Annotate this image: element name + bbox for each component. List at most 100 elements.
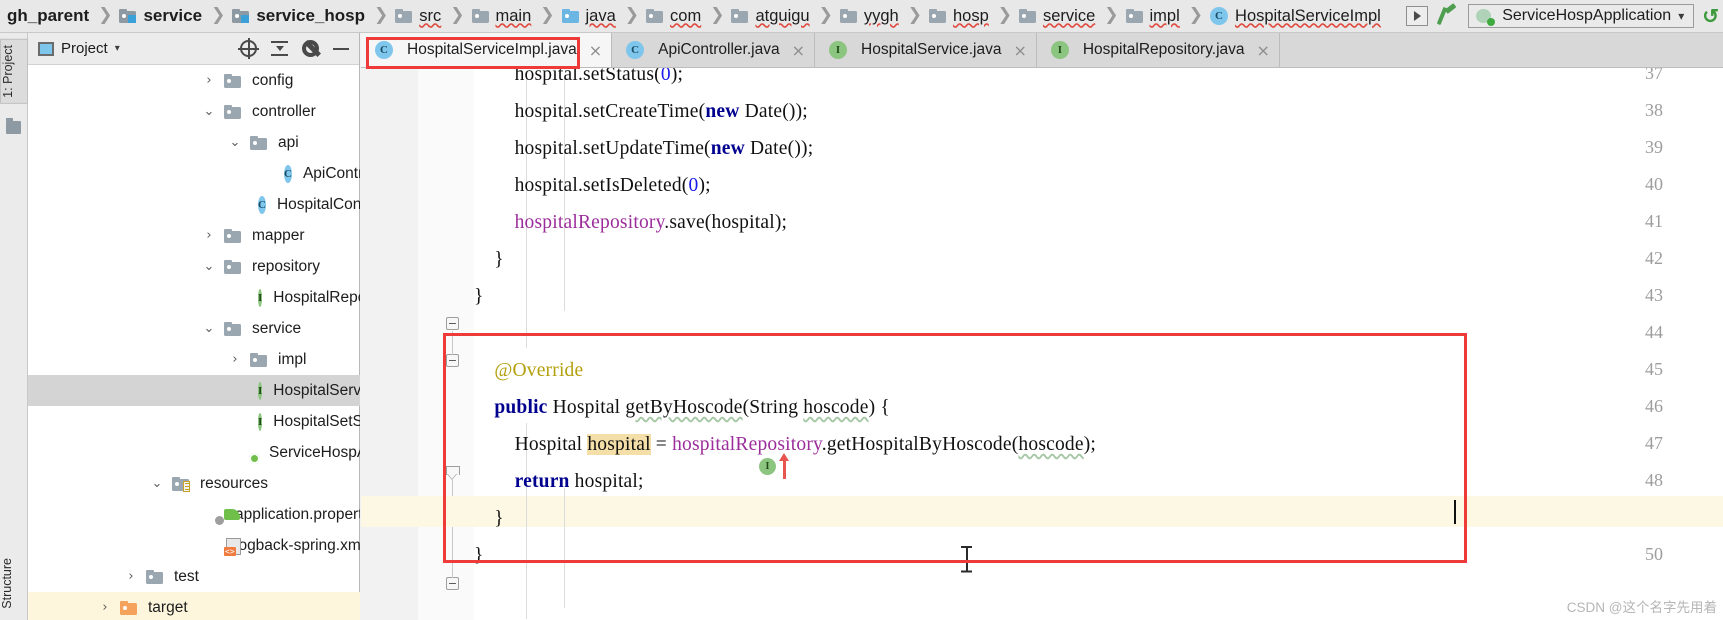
folder-icon — [224, 73, 241, 88]
breadcrumb-item-label: hosp — [952, 6, 989, 25]
breadcrumb-item-hosp[interactable]: hosp — [926, 0, 994, 33]
fold-marker[interactable]: − — [446, 317, 459, 330]
tree-row[interactable]: ›ServiceHospApplication — [28, 437, 360, 468]
chevron-down-icon[interactable]: ⌄ — [202, 104, 216, 119]
code-line[interactable]: @Override — [474, 360, 583, 382]
implements-badge-icon[interactable]: I — [759, 458, 776, 475]
code-editor[interactable]: 3738394041424344454647484950 − − − I hos… — [361, 68, 1723, 620]
tab-hospitalserviceimpl[interactable]: C HospitalServiceImpl.java × — [361, 33, 613, 67]
tree-row[interactable]: ›logback-spring.xml — [28, 530, 360, 561]
sidebar-item-project[interactable]: 1: Project — [0, 39, 28, 104]
tree-row[interactable]: ⌄ resources — [28, 468, 360, 499]
breadcrumb-item-src[interactable]: src — [392, 0, 446, 33]
folder-icon — [1125, 9, 1143, 23]
code-line[interactable]: Hospital hospital = hospitalRepository.g… — [474, 434, 1096, 456]
tree-row[interactable]: ›CApiController — [28, 158, 360, 189]
tree-row[interactable]: ›CHospitalController — [28, 189, 360, 220]
hide-icon[interactable] — [333, 47, 349, 50]
tree-row[interactable]: ⌄ repository — [28, 251, 360, 282]
interface-icon: I — [258, 288, 263, 307]
breadcrumb-item-label: gh_parent — [7, 6, 90, 25]
run-icon[interactable] — [1406, 6, 1429, 26]
code-line[interactable]: public Hospital getByHoscode(String hosc… — [474, 397, 890, 419]
code-line[interactable]: } — [474, 508, 504, 530]
chevron-down-icon[interactable]: ⌄ — [228, 135, 242, 150]
fold-marker[interactable]: − — [446, 354, 459, 367]
chevron-right-icon: ❯ — [98, 4, 113, 25]
chevron-right-icon[interactable]: › — [228, 352, 242, 367]
chevron-down-icon[interactable]: ⌄ — [150, 476, 164, 491]
tab-hospitalrepository[interactable]: I HospitalRepository.java × — [1037, 33, 1280, 67]
breadcrumb-item-label: service — [1043, 6, 1096, 25]
chevron-right-icon[interactable]: › — [202, 228, 216, 243]
tree-row[interactable]: ›IHospitalRepository — [28, 282, 360, 313]
fold-marker[interactable] — [446, 466, 460, 479]
folder-icon — [395, 9, 413, 23]
close-icon[interactable]: × — [1257, 41, 1270, 60]
tree-row[interactable]: ›IHospitalService — [28, 375, 360, 406]
chevron-right-icon: ❯ — [450, 4, 465, 25]
tree-row[interactable]: › test — [28, 561, 360, 592]
close-icon[interactable]: × — [589, 41, 602, 60]
tab-label: HospitalService.java — [861, 41, 1002, 58]
tree-row[interactable]: › target — [28, 592, 360, 620]
chevron-down-icon[interactable]: ⌄ — [202, 321, 216, 336]
code-line[interactable]: hospital.setCreateTime(new Date()); — [474, 101, 808, 123]
breadcrumb-item-impl[interactable]: impl — [1123, 0, 1185, 33]
chevron-right-icon[interactable]: › — [202, 73, 216, 88]
chevron-right-icon[interactable]: › — [98, 600, 112, 615]
tree-row-label: HospitalService — [273, 381, 360, 399]
breadcrumb-item-atguigu[interactable]: atguigu — [728, 0, 814, 33]
breadcrumb-item-com[interactable]: com — [643, 0, 706, 33]
code-line[interactable]: return hospital; — [474, 471, 644, 493]
tree-row[interactable]: › impl — [28, 344, 360, 375]
tab-hospitalservice[interactable]: I HospitalService.java × — [815, 33, 1037, 67]
settings-gear-icon[interactable] — [302, 40, 319, 57]
chevron-right-icon[interactable]: › — [124, 569, 138, 584]
code-line[interactable]: hospital.setIsDeleted(0); — [474, 175, 711, 197]
implements-up-arrow-icon[interactable] — [779, 453, 790, 479]
fold-marker[interactable]: − — [446, 577, 459, 590]
breadcrumb-item-java[interactable]: java — [559, 0, 621, 33]
tree-row[interactable]: ›application.properties — [28, 499, 360, 530]
breadcrumb-item-label: main — [495, 6, 532, 25]
folder-icon — [250, 352, 267, 367]
code-line[interactable]: } — [474, 249, 504, 271]
chevron-down-icon[interactable]: ▾ — [115, 43, 120, 54]
run-configuration-selector[interactable]: ServiceHospApplication ▾ — [1468, 4, 1695, 28]
folder-icon — [731, 9, 749, 23]
code-line[interactable]: } — [474, 545, 484, 567]
tree-row[interactable]: › mapper — [28, 220, 360, 251]
breadcrumb-item-service[interactable]: service — [116, 0, 207, 33]
locate-icon[interactable] — [238, 38, 259, 59]
project-tree[interactable]: ›config⌄controller⌄api›CApiController›CH… — [28, 65, 360, 620]
chevron-down-icon[interactable]: ⌄ — [202, 259, 216, 274]
breadcrumb-item-hospitalserviceimpl[interactable]: C HospitalServiceImpl — [1207, 0, 1386, 33]
folder-icon — [471, 9, 489, 23]
breadcrumb-item-label: impl — [1149, 6, 1180, 25]
hammer-icon[interactable] — [1436, 3, 1460, 27]
close-icon[interactable]: × — [1013, 41, 1026, 60]
interface-icon: I — [1050, 41, 1069, 59]
code-line[interactable]: hospitalRepository.save(hospital); — [474, 212, 787, 234]
code-line[interactable]: } — [474, 286, 484, 308]
tree-row[interactable]: ⌄ service — [28, 313, 360, 344]
breadcrumb-item-main[interactable]: main — [469, 0, 537, 33]
breadcrumb-item-service[interactable]: service — [1016, 0, 1100, 33]
breadcrumb-item-yygh[interactable]: yygh — [837, 0, 904, 33]
breadcrumb-item-label: com — [670, 6, 702, 25]
code-line[interactable]: hospital.setUpdateTime(new Date()); — [474, 138, 814, 160]
sidebar-item-structure[interactable]: Structure — [0, 553, 28, 614]
tree-row[interactable]: ⌄ controller — [28, 96, 360, 127]
tree-row[interactable]: ›IHospitalSetService — [28, 406, 360, 437]
tree-row[interactable]: › config — [28, 65, 360, 96]
tab-apicontroller[interactable]: C ApiController.java × — [612, 33, 816, 67]
reload-icon[interactable]: ↺ — [1702, 4, 1719, 29]
code-line[interactable]: hospital.setStatus(0); — [474, 68, 683, 86]
close-icon[interactable]: × — [792, 41, 805, 60]
breadcrumb-item-service_hosp[interactable]: service_hosp — [229, 0, 370, 33]
breadcrumb-item-gh_parent[interactable]: gh_parent — [2, 0, 94, 33]
tree-row[interactable]: ⌄ api — [28, 127, 360, 158]
collapse-all-icon[interactable] — [271, 41, 288, 56]
editor-gutter[interactable] — [361, 68, 474, 620]
